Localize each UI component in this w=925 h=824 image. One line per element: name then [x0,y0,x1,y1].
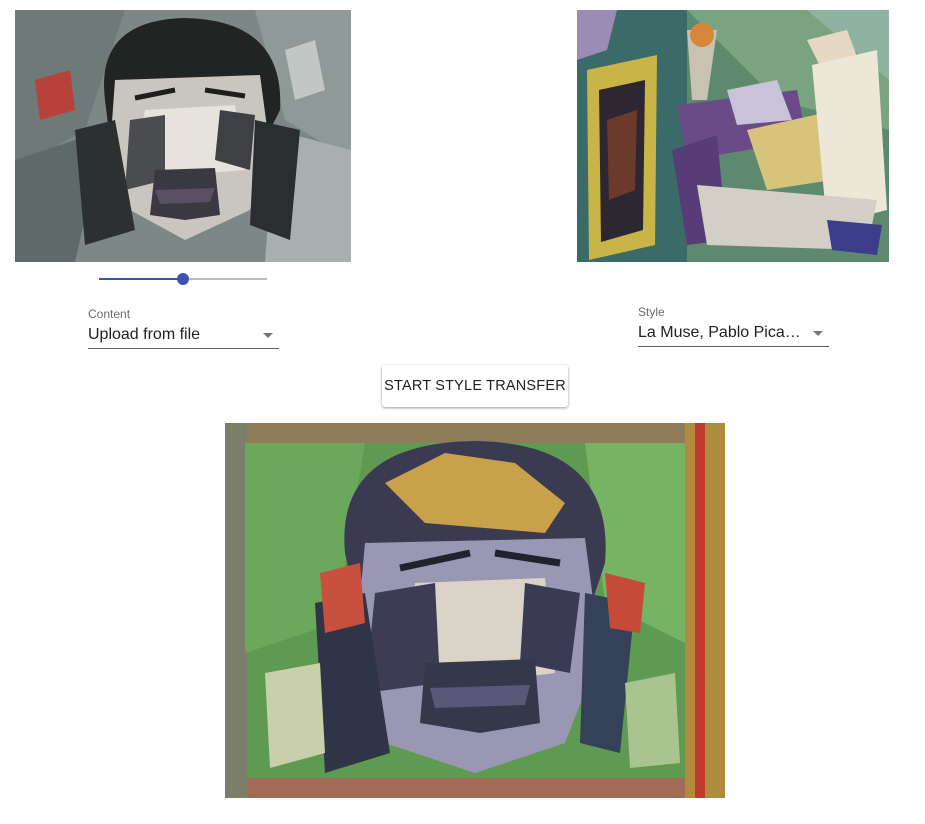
style-select: Style La Muse, Pablo Picasso [638,305,829,347]
slider-thumb[interactable] [177,273,189,285]
content-select-value: Upload from file [88,326,201,343]
content-size-slider[interactable] [99,271,267,287]
style-select-value: La Muse, Pablo Picasso [638,324,810,341]
content-image [15,10,351,262]
content-select-label: Content [88,307,131,321]
style-image [577,10,889,262]
style-select-control[interactable]: La Muse, Pablo Picasso [638,322,829,347]
content-select: Content Upload from file [88,307,279,349]
content-image-picture [15,10,351,262]
start-style-transfer-button[interactable]: START STYLE TRANSFER [382,365,568,407]
content-select-control[interactable]: Upload from file [88,324,279,349]
stylized-result-picture [225,423,725,798]
stylized-result-image [225,423,725,798]
dropdown-arrow-icon [263,333,273,338]
style-select-label: Style [638,305,665,319]
slider-track-fill [99,278,183,280]
style-transfer-app: Content Upload from file Style La Muse, … [0,0,925,824]
style-image-picture [577,10,889,262]
dropdown-arrow-icon [813,331,823,336]
